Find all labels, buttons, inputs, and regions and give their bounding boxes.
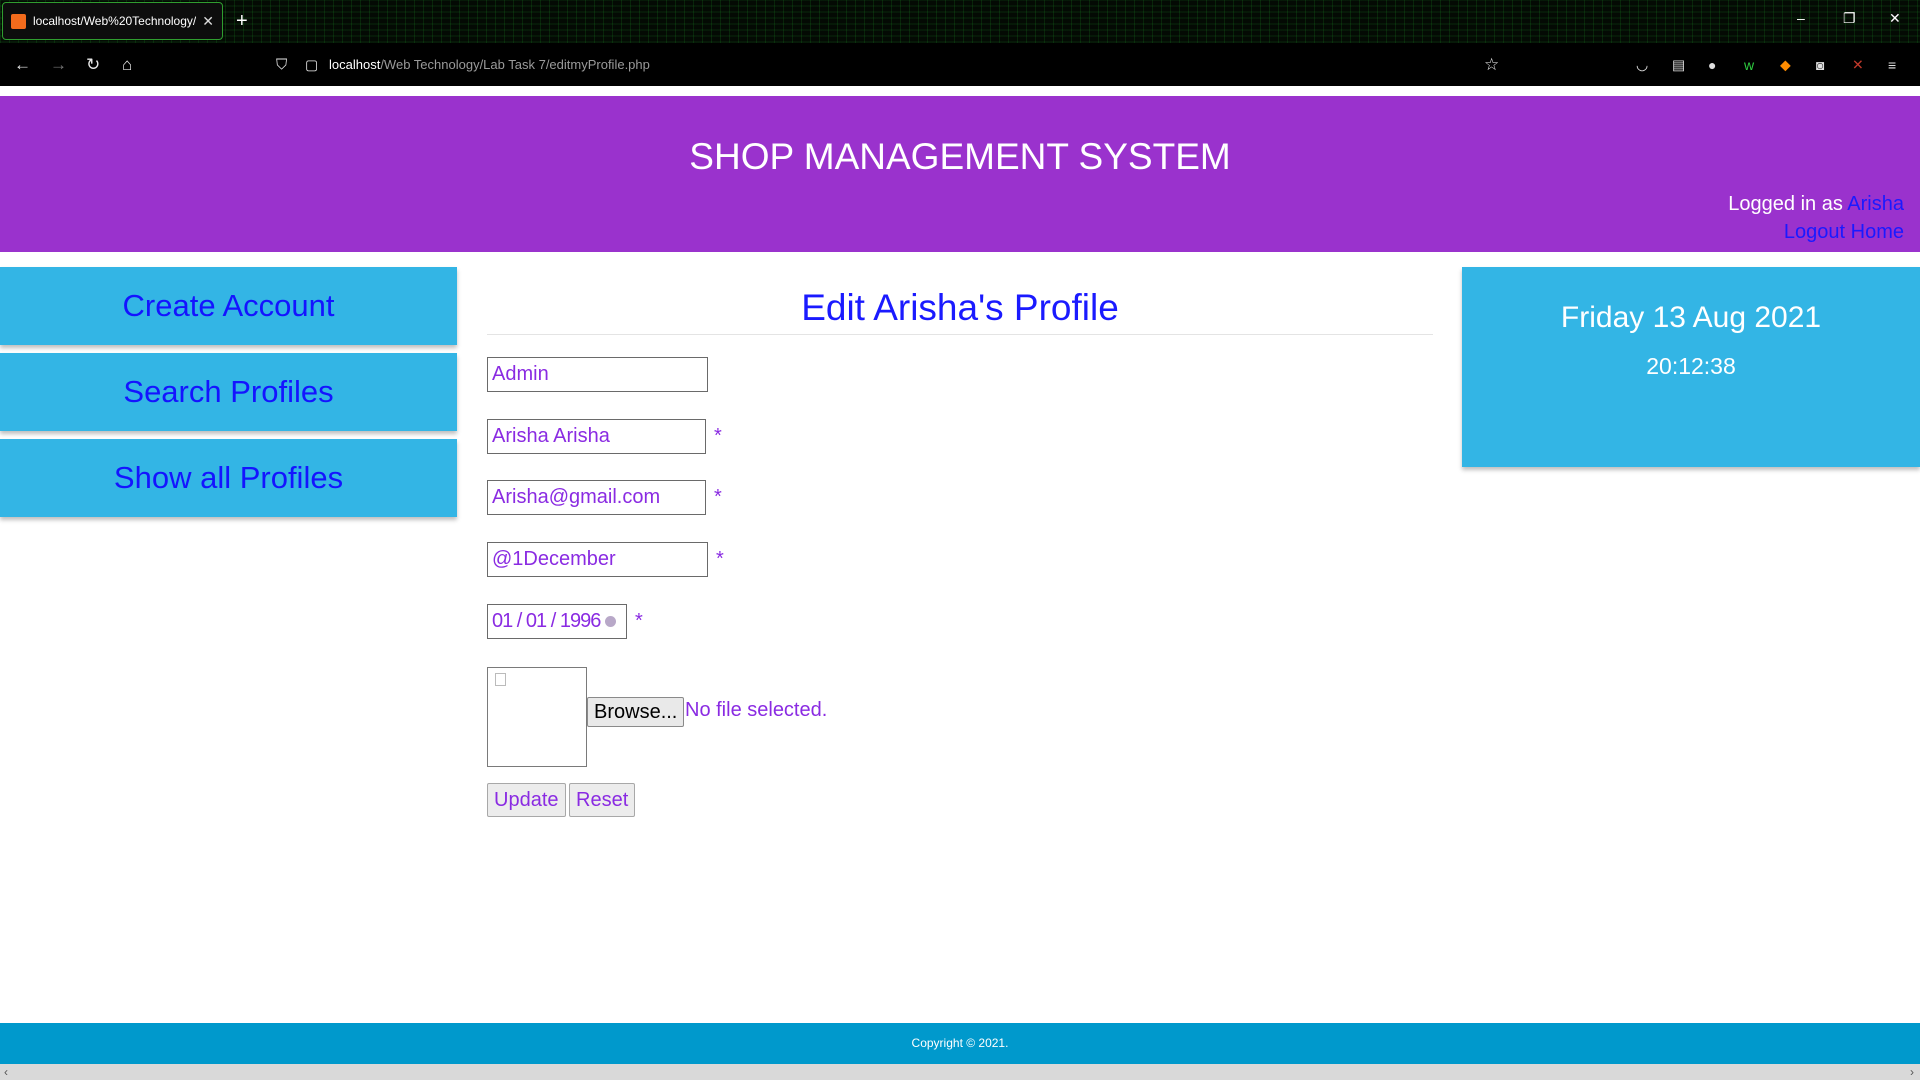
back-arrow-icon[interactable]: ← [14,55,31,75]
minimize-icon[interactable]: – [1797,10,1805,26]
browser-tab-strip: localhost/Web%20Technology/ ✕ + – ❐ ✕ [0,0,1920,43]
user-info: Logged in as Arisha Logout Home [1728,190,1904,246]
logout-link[interactable]: Logout [1784,221,1845,243]
dob-value: 01 / 01 / 1996 [492,610,601,632]
reload-icon[interactable]: ↻ [86,55,100,75]
copyright-text: Copyright © 2021. [911,1036,1009,1050]
xampp-favicon-icon [11,13,26,29]
date-time-panel: Friday 13 Aug 2021 20:12:38 [1462,267,1920,467]
new-tab-button[interactable]: + [236,9,248,33]
name-field[interactable]: Arisha Arisha [487,419,706,454]
scroll-left-icon[interactable]: ‹ [4,1064,8,1080]
close-window-icon[interactable]: ✕ [1889,10,1901,27]
update-button[interactable]: Update [487,783,566,817]
dob-row: 01 / 01 / 1996 * [487,604,643,639]
required-mark: * [714,486,722,508]
sidebar-item-search-profiles[interactable]: Search Profiles [0,353,457,431]
tab-title: localhost/Web%20Technology/ [33,14,197,28]
site-footer: Copyright © 2021. [0,1023,1920,1064]
sidebar-item-show-all-profiles[interactable]: Show all Profiles [0,439,457,517]
page-title: Edit Arisha's Profile [487,267,1433,335]
url-path: /Web Technology/Lab Task 7/editmyProfile… [380,57,650,72]
browser-tab[interactable]: localhost/Web%20Technology/ ✕ [2,2,223,40]
close-tab-icon[interactable]: ✕ [202,13,214,30]
extension-s-icon[interactable]: ● [1708,57,1716,73]
required-mark: * [714,425,722,447]
home-icon[interactable]: ⌂ [122,55,132,75]
password-field[interactable]: @1December [487,542,708,577]
bookmark-star-icon[interactable]: ☆ [1484,55,1499,75]
forward-arrow-icon[interactable]: → [50,55,67,75]
menu-hamburger-icon[interactable]: ≡ [1888,57,1896,73]
email-field[interactable]: Arisha@gmail.com [487,480,706,515]
scroll-right-icon[interactable]: › [1910,1064,1914,1080]
extension-tools-icon[interactable]: ✕ [1852,56,1864,73]
home-link[interactable]: Home [1851,221,1904,243]
username-link[interactable]: Arisha [1847,193,1904,215]
broken-image-icon [495,673,506,686]
reset-button[interactable]: Reset [569,783,636,817]
shield-icon[interactable]: ⛉ [276,56,287,73]
reader-view-icon[interactable]: ▤ [1672,56,1685,73]
restore-icon[interactable]: ❐ [1843,10,1856,27]
file-status: No file selected. [685,699,828,721]
address-bar[interactable]: localhost /Web Technology/Lab Task 7/edi… [329,49,1569,80]
required-mark: * [635,610,643,632]
edit-profile-form: Edit Arisha's Profile Admin Arisha Arish… [487,267,1433,817]
pocket-icon[interactable]: ◡ [1636,56,1648,73]
site-title: SHOP MANAGEMENT SYSTEM [689,136,1231,177]
clear-date-icon[interactable] [605,616,617,627]
password-row: @1December * [487,542,724,577]
web-page: SHOP MANAGEMENT SYSTEM Logged in as Aris… [0,86,1920,1080]
current-time: 20:12:38 [1646,353,1736,379]
browser-toolbar: ← → ↻ ⌂ ⛉ ▢ localhost /Web Technology/La… [0,43,1920,86]
url-host: localhost [329,57,381,72]
extension-mask-icon[interactable]: ◙ [1816,57,1824,73]
sidebar-nav: Create Account Search Profiles Show all … [0,267,457,525]
browse-button[interactable]: Browse... [587,697,685,727]
name-row: Arisha Arisha * [487,419,722,454]
profile-picture [487,667,587,767]
site-header: SHOP MANAGEMENT SYSTEM Logged in as Aris… [0,96,1920,252]
role-field[interactable]: Admin [487,357,708,392]
email-row: Arisha@gmail.com * [487,480,722,515]
horizontal-scrollbar[interactable]: ‹ › [0,1064,1920,1080]
required-mark: * [716,548,724,570]
role-row: Admin [487,357,708,392]
extension-w-icon[interactable]: w [1744,57,1754,73]
logged-in-label: Logged in as [1728,193,1843,215]
page-info-icon[interactable]: ▢ [305,56,318,73]
sidebar-item-create-account[interactable]: Create Account [0,267,457,345]
extension-fox-icon[interactable]: ◆ [1780,56,1791,73]
dob-date-field[interactable]: 01 / 01 / 1996 [487,604,627,639]
current-date: Friday 13 Aug 2021 [1560,301,1822,334]
